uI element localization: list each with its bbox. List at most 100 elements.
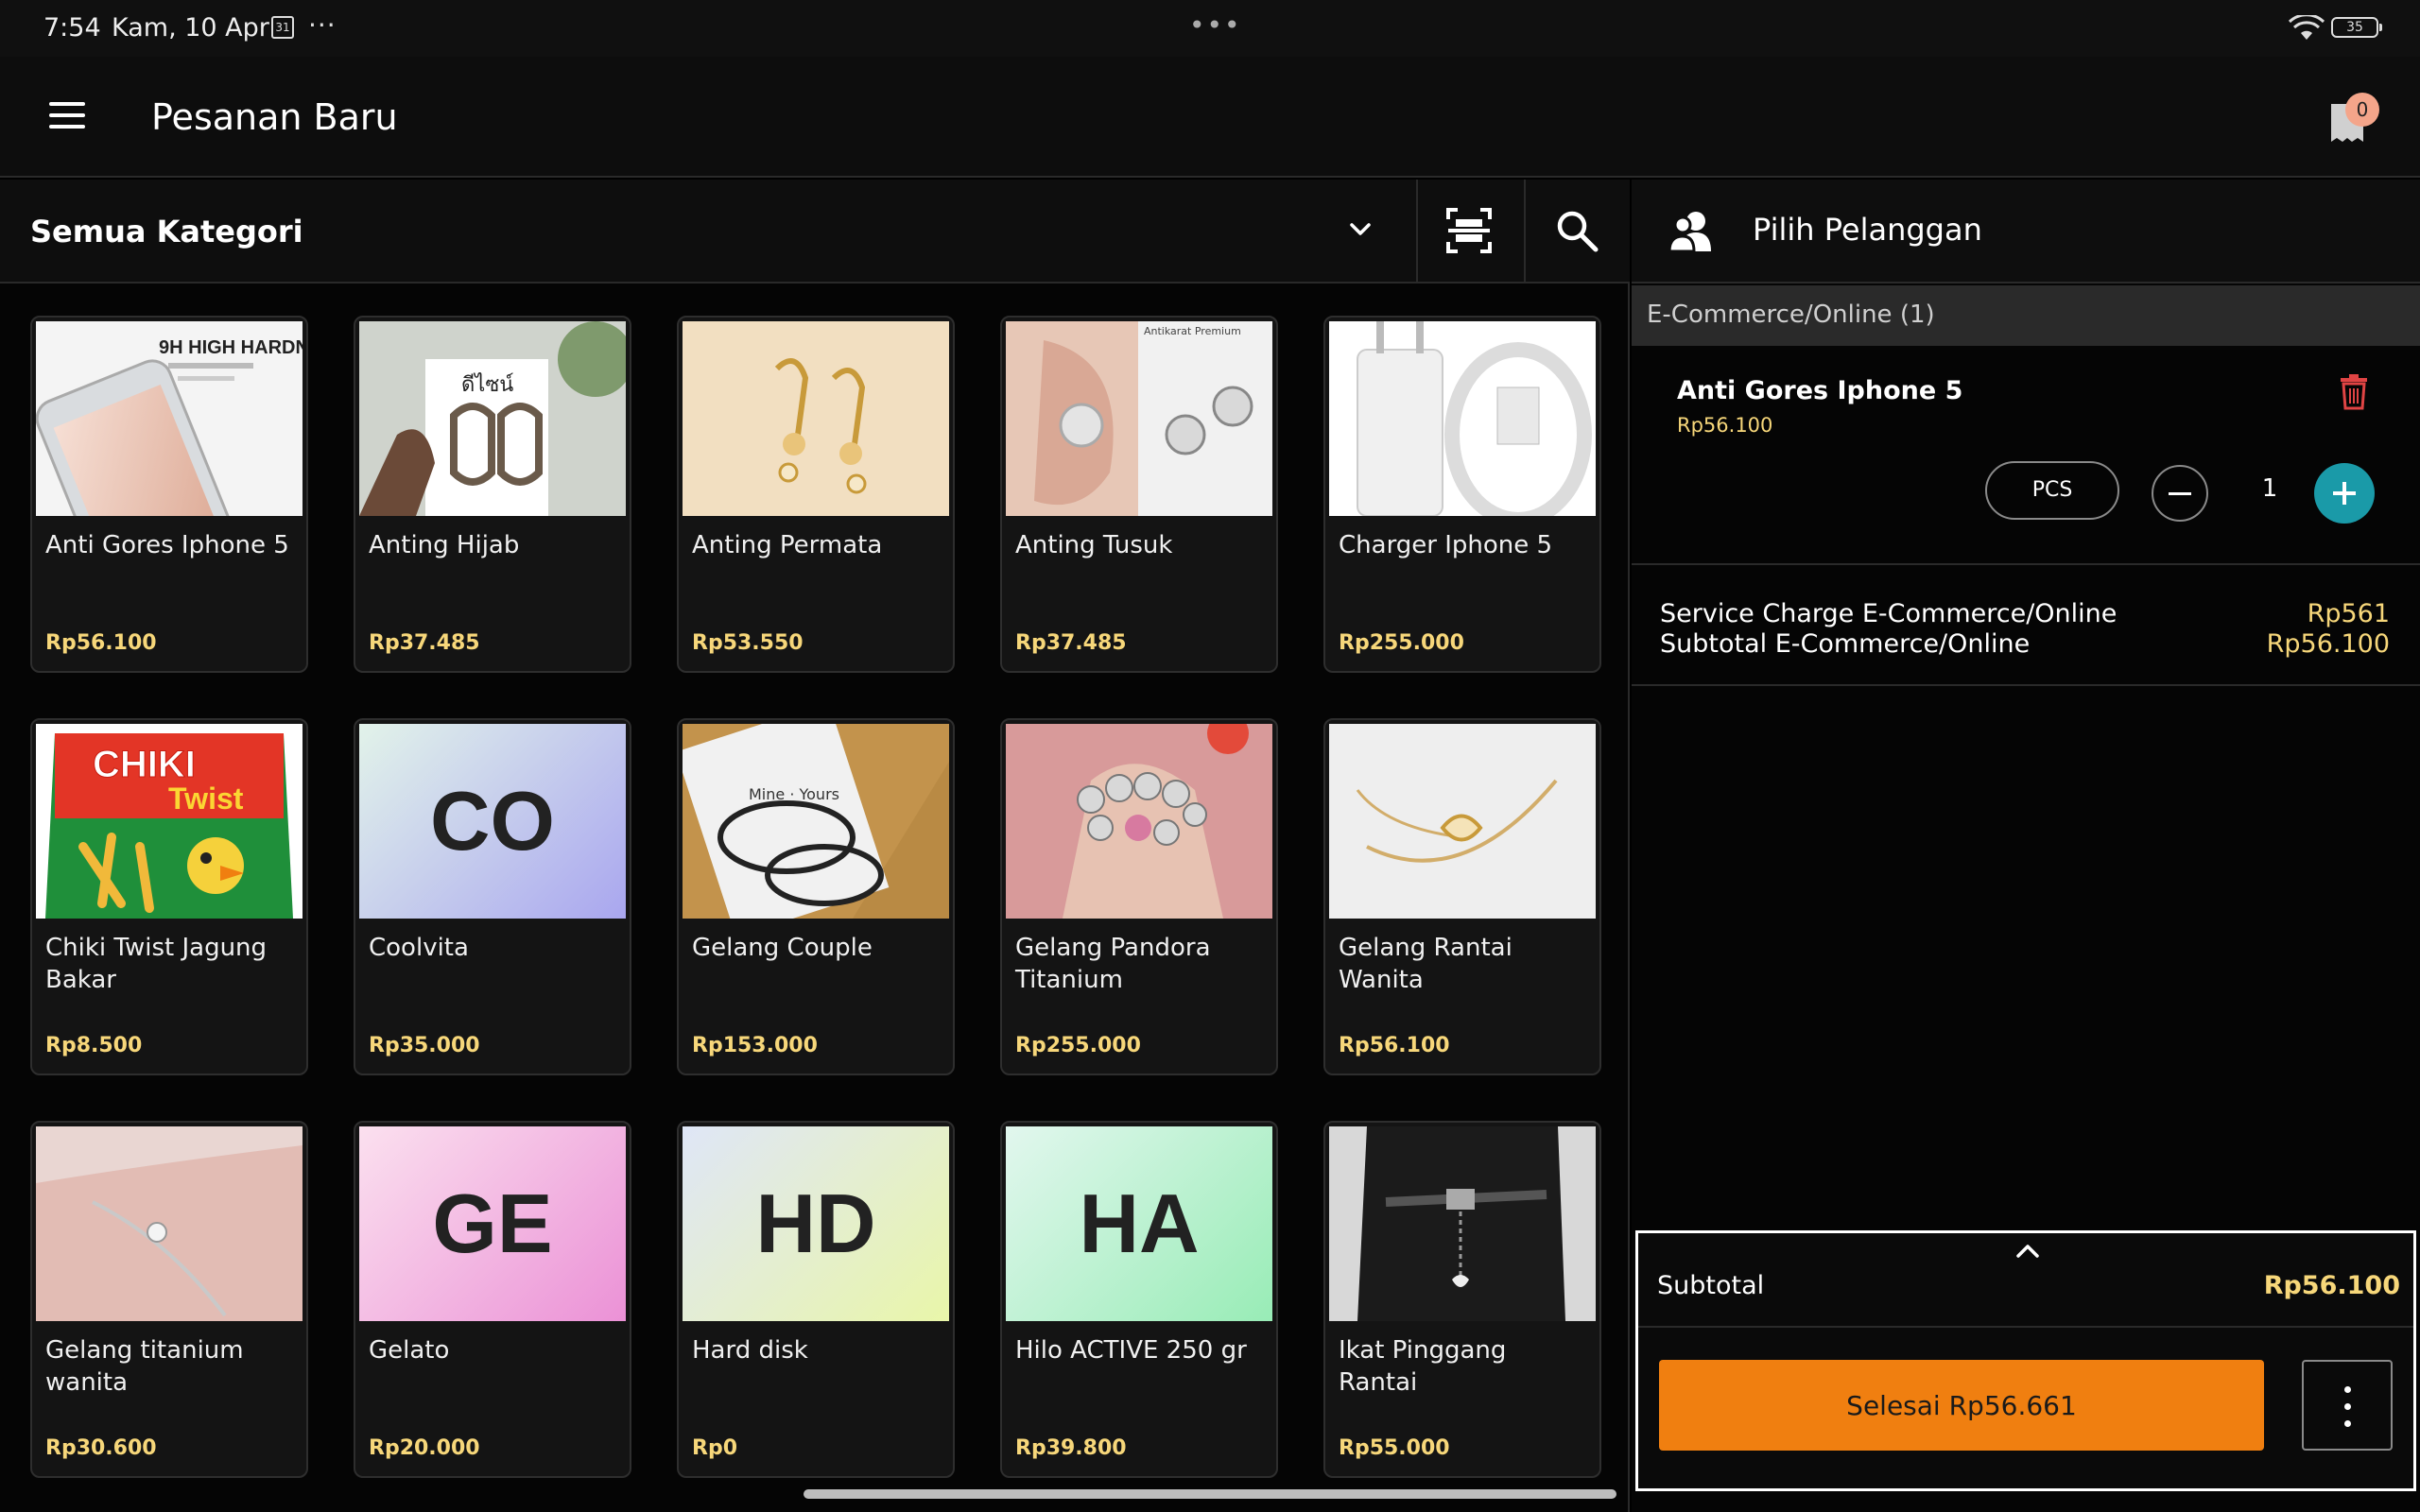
product-card[interactable]: Gelang titanium wanita Rp30.600 <box>30 1121 308 1478</box>
product-price: Rp55.000 <box>1339 1436 1450 1460</box>
product-price: Rp56.100 <box>45 631 157 655</box>
section-subtotal-value: Rp56.100 <box>2266 629 2390 659</box>
decrease-quantity-button[interactable] <box>2152 465 2208 522</box>
product-card[interactable]: Charger Iphone 5 Rp255.000 <box>1323 316 1601 673</box>
chevron-down-icon[interactable] <box>1344 214 1376 246</box>
checkout-footer: Subtotal Rp56.100 Selesai Rp56.661 <box>1635 1230 2416 1491</box>
customer-label: Pilih Pelanggan <box>1753 212 1982 248</box>
product-card[interactable]: HD Hard disk Rp0 <box>677 1121 955 1478</box>
product-initials: CO <box>430 774 555 868</box>
barcode-scan-icon[interactable] <box>1444 206 1494 255</box>
product-initials: GE <box>432 1177 553 1270</box>
trash-icon[interactable] <box>2339 374 2369 410</box>
status-more-icon: ··· <box>308 9 337 41</box>
product-image <box>1329 1126 1596 1321</box>
product-card[interactable]: Ikat Pinggang Rantai Rp55.000 <box>1323 1121 1601 1478</box>
product-card[interactable]: Anting Permata Rp53.550 <box>677 316 955 673</box>
product-image: Mine · Yours <box>683 724 949 919</box>
product-price: Rp56.100 <box>1339 1034 1450 1057</box>
order-item-name: Anti Gores Iphone 5 <box>1677 376 1963 405</box>
product-card[interactable]: HA Hilo ACTIVE 250 gr Rp39.800 <box>1000 1121 1278 1478</box>
product-price: Rp20.000 <box>369 1436 480 1460</box>
status-time: 7:54 <box>43 13 101 43</box>
product-image: 9H HIGH HARDNESS <box>36 321 302 516</box>
product-image: GE <box>359 1126 626 1321</box>
product-name: Charger Iphone 5 <box>1339 531 1553 559</box>
product-image: Antikarat Premium <box>1006 321 1272 516</box>
home-indicator[interactable] <box>804 1489 1616 1499</box>
product-card[interactable]: CHIKI Twist Chiki Twist Jagung Bakar Rp8… <box>30 718 308 1075</box>
product-name: Anting Tusuk <box>1015 531 1173 559</box>
finish-payment-button[interactable]: Selesai Rp56.661 <box>1659 1360 2264 1451</box>
product-card[interactable]: CO Coolvita Rp35.000 <box>354 718 631 1075</box>
multitask-dots-icon[interactable]: ••• <box>1189 9 1242 41</box>
product-image <box>1006 724 1272 919</box>
order-panel: Pilih Pelanggan E-Commerce/Online (1) An… <box>1632 180 2420 1512</box>
product-card[interactable]: Mine · Yours Gelang Couple Rp153.000 <box>677 718 955 1075</box>
more-vert-icon-dot <box>2344 1403 2351 1410</box>
product-name: Hard disk <box>692 1336 808 1365</box>
product-card[interactable]: GE Gelato Rp20.000 <box>354 1121 631 1478</box>
product-image <box>1329 321 1596 516</box>
app-bar: Pesanan Baru 0 <box>0 57 2420 178</box>
product-initials: HD <box>755 1177 876 1270</box>
product-price: Rp35.000 <box>369 1034 480 1057</box>
increase-quantity-button[interactable] <box>2314 463 2375 524</box>
page-title: Pesanan Baru <box>151 96 398 138</box>
product-price: Rp255.000 <box>1015 1034 1141 1057</box>
quantity-value: 1 <box>2261 474 2278 503</box>
product-name: Ikat Pinggang Rantai <box>1339 1336 1507 1397</box>
wifi-icon <box>2288 15 2325 40</box>
product-initials: HA <box>1079 1177 1200 1270</box>
service-charge-value: Rp561 <box>2307 599 2390 628</box>
category-bar: Semua Kategori <box>0 180 1630 284</box>
product-card[interactable]: ดีไซน์ Anting Hijab Rp37.485 <box>354 316 631 673</box>
menu-icon[interactable] <box>49 102 85 130</box>
section-label: E-Commerce/Online (1) <box>1647 301 1935 329</box>
subtotal-row: Subtotal Rp56.100 <box>1657 1271 2400 1326</box>
product-name: Gelang titanium wanita <box>45 1336 244 1397</box>
service-charge-label: Service Charge E-Commerce/Online <box>1660 599 2118 628</box>
product-card[interactable]: Gelang Pandora Titanium Rp255.000 <box>1000 718 1278 1075</box>
chiki-logo-twist: Twist <box>168 782 244 816</box>
product-name: Gelato <box>369 1336 450 1365</box>
product-price: Rp255.000 <box>1339 631 1464 655</box>
product-image: ดีไซน์ <box>359 321 626 516</box>
product-name: Coolvita <box>369 934 469 962</box>
glass-label: 9H HIGH HARDNESS <box>159 337 302 358</box>
subtotal-value: Rp56.100 <box>2263 1271 2400 1300</box>
unit-selector[interactable]: PCS <box>1985 461 2119 520</box>
product-card[interactable]: Antikarat Premium Anting Tusuk Rp37.485 <box>1000 316 1278 673</box>
product-panel: Semua Kategori 9H HIGH HARDNESS <box>0 180 1630 1512</box>
order-item-price: Rp56.100 <box>1677 414 1773 437</box>
calendar-icon: 31 <box>271 16 294 39</box>
category-dropdown[interactable]: Semua Kategori <box>30 214 303 249</box>
product-price: Rp0 <box>692 1436 737 1460</box>
stud-label: Antikarat Premium <box>1144 325 1241 337</box>
select-customer-button[interactable]: Pilih Pelanggan <box>1632 180 2420 284</box>
product-card[interactable]: Gelang Rantai Wanita Rp56.100 <box>1323 718 1601 1075</box>
order-summary: Service Charge E-Commerce/Online Rp561 S… <box>1632 567 2420 686</box>
product-image <box>1329 724 1596 919</box>
product-price: Rp53.550 <box>692 631 804 655</box>
product-card[interactable]: 9H HIGH HARDNESS Anti Gores Iphone 5 Rp5… <box>30 316 308 673</box>
product-name: Hilo ACTIVE 250 gr <box>1015 1336 1247 1365</box>
section-subtotal-label: Subtotal E-Commerce/Online <box>1660 629 2031 659</box>
subtotal-label: Subtotal <box>1657 1271 1765 1300</box>
product-price: Rp8.500 <box>45 1034 143 1057</box>
divider <box>1524 180 1526 284</box>
product-image <box>683 321 949 516</box>
product-image: CO <box>359 724 626 919</box>
product-name: Anting Permata <box>692 531 883 559</box>
search-icon[interactable] <box>1554 208 1599 253</box>
product-price: Rp153.000 <box>692 1034 818 1057</box>
more-vert-icon <box>2344 1386 2351 1393</box>
more-options-button[interactable] <box>2302 1360 2393 1451</box>
divider <box>1638 1326 2413 1328</box>
chevron-up-icon[interactable] <box>2013 1241 2043 1260</box>
product-image <box>36 1126 302 1321</box>
product-name: Chiki Twist Jagung Bakar <box>45 934 268 994</box>
product-price: Rp37.485 <box>369 631 480 655</box>
product-name: Gelang Rantai Wanita <box>1339 934 1512 994</box>
product-price: Rp30.600 <box>45 1436 157 1460</box>
